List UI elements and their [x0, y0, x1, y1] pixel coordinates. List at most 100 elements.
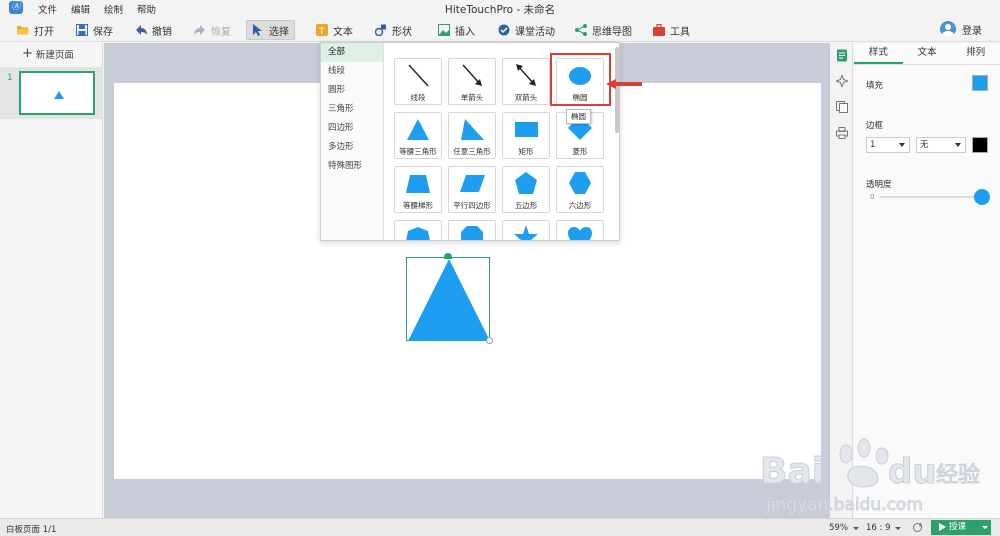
select-label: 选择: [269, 26, 289, 38]
ellipse-tooltip: 椭圆: [566, 109, 591, 124]
save-label: 保存: [93, 26, 113, 38]
redo-arrow-icon: [194, 24, 206, 36]
redo-button[interactable]: 恢复: [189, 20, 236, 40]
page-indicator: 白板页面 1/1: [6, 525, 57, 535]
border-style-select[interactable]: 无: [916, 137, 966, 153]
any-triangle-icon: [461, 119, 484, 140]
start-teaching-button[interactable]: 授课: [931, 520, 991, 535]
shape-star[interactable]: [502, 220, 550, 240]
menu-file[interactable]: 文件: [38, 2, 57, 16]
tab-arrange[interactable]: 排列: [951, 43, 1000, 64]
toolbox-icon: [653, 23, 665, 36]
aspect-ratio[interactable]: 16 : 9: [866, 523, 891, 533]
menu-help[interactable]: 帮助: [137, 2, 156, 16]
page-panel: + 新建页面 1: [0, 43, 103, 518]
redo-label: 恢复: [211, 26, 231, 38]
menu-draw[interactable]: 绘制: [104, 2, 123, 16]
shape-isosceles-trapezoid[interactable]: 等腰梯形: [394, 166, 442, 213]
shape-any-triangle-label: 任意三角形: [453, 147, 491, 156]
resize-handle[interactable]: [486, 337, 493, 344]
open-button[interactable]: 打开: [12, 20, 59, 40]
svg-text:du: du: [888, 452, 937, 492]
shape-double-arrow[interactable]: 双箭头: [502, 58, 550, 105]
tools-button[interactable]: 工具: [648, 20, 695, 40]
ratio-chevron-icon[interactable]: [895, 527, 901, 530]
fill-color-picker[interactable]: [972, 75, 988, 91]
select-tool-button[interactable]: 选择: [246, 20, 295, 40]
zoom-chevron-icon[interactable]: [853, 527, 859, 530]
text-icon: T: [316, 24, 328, 37]
opacity-label: 透明度: [866, 180, 892, 190]
class-activity-button[interactable]: 课堂活动: [493, 20, 560, 40]
app-logo-icon: Ⓐ: [9, 1, 23, 14]
border-width-value: 1: [870, 140, 876, 150]
trapezoid-icon: [406, 175, 430, 193]
cursor-icon: [252, 24, 264, 36]
mindmap-button[interactable]: 思维导图: [570, 20, 637, 40]
login-button[interactable]: 登录: [940, 21, 982, 37]
shape-line[interactable]: 线段: [394, 58, 442, 105]
shape-panel-scrollbar[interactable]: [615, 47, 619, 133]
category-special[interactable]: 特殊图形: [321, 157, 383, 176]
page-thumbnail[interactable]: [19, 71, 95, 115]
save-button[interactable]: 保存: [71, 20, 118, 40]
style-panel-icon[interactable]: [836, 49, 848, 62]
border-width-select[interactable]: 1: [866, 137, 910, 153]
open-label: 打开: [34, 26, 54, 38]
opacity-slider-track[interactable]: [880, 196, 976, 198]
isosceles-triangle-shape[interactable]: [407, 258, 491, 342]
tab-text[interactable]: 文本: [903, 43, 952, 64]
layers-icon[interactable]: [836, 101, 848, 113]
text-tool-button[interactable]: T 文本: [311, 20, 358, 40]
text-label: 文本: [333, 26, 353, 38]
activity-icon: [498, 24, 510, 36]
shape-hexagon-label: 六边形: [568, 201, 592, 210]
thumbnail-triangle: [54, 91, 64, 99]
hexagon-icon: [569, 172, 591, 194]
zoom-level[interactable]: 59%: [829, 523, 848, 533]
opacity-slider-knob[interactable]: [974, 189, 990, 205]
shape-pentagon[interactable]: 五边形: [502, 166, 550, 213]
new-page-label: 新建页面: [35, 50, 74, 61]
opacity-value: 0: [870, 193, 875, 201]
shape-octagon[interactable]: [448, 220, 496, 240]
border-style-value: 无: [920, 140, 929, 150]
shape-isosceles-triangle-label: 等腰三角形: [399, 147, 437, 156]
parallelogram-icon: [460, 175, 485, 192]
category-quadrilaterals[interactable]: 四边形: [321, 119, 383, 138]
shape-parallelogram-label: 平行四边形: [453, 201, 491, 210]
category-all[interactable]: 全部: [321, 43, 383, 62]
rotate-handle[interactable]: [444, 253, 452, 259]
line-icon: [408, 64, 429, 87]
shape-isosceles-triangle[interactable]: 等腰三角形: [394, 112, 442, 159]
status-bar: 白板页面 1/1 59% 16 : 9 授课: [0, 518, 1000, 536]
tab-style[interactable]: 样式: [854, 43, 903, 64]
ellipse-highlight-frame: [550, 53, 611, 106]
shape-tool-button[interactable]: 形状: [370, 20, 417, 40]
shape-pentagon-label: 五边形: [514, 201, 538, 210]
category-polygons[interactable]: 多边形: [321, 138, 383, 157]
category-triangles[interactable]: 三角形: [321, 100, 383, 119]
insert-button[interactable]: 插入: [433, 20, 480, 40]
page-list-item[interactable]: 1: [0, 67, 103, 119]
menu-bar: 文件 编辑 绘制 帮助: [38, 2, 156, 16]
border-color-picker[interactable]: [972, 137, 988, 153]
animation-icon[interactable]: [834, 73, 850, 89]
shape-hexagon[interactable]: 六边形: [556, 166, 604, 213]
category-circles[interactable]: 圆形: [321, 81, 383, 100]
category-lines[interactable]: 线段: [321, 62, 383, 81]
menu-edit[interactable]: 编辑: [71, 2, 90, 16]
shape-heart[interactable]: [556, 220, 604, 240]
mindmap-label: 思维导图: [592, 26, 632, 38]
shape-any-triangle[interactable]: 任意三角形: [448, 112, 496, 159]
shape-heptagon[interactable]: [394, 220, 442, 240]
undo-button[interactable]: 撤销: [130, 20, 177, 40]
shape-rectangle[interactable]: 矩形: [502, 112, 550, 159]
print-icon[interactable]: [836, 127, 848, 139]
plus-icon: +: [22, 46, 33, 61]
selected-shape-bounds[interactable]: [406, 253, 493, 344]
shape-parallelogram[interactable]: 平行四边形: [448, 166, 496, 213]
sync-icon[interactable]: [912, 522, 923, 536]
shape-single-arrow[interactable]: 单箭头: [448, 58, 496, 105]
new-page-button[interactable]: + 新建页面: [22, 47, 74, 61]
